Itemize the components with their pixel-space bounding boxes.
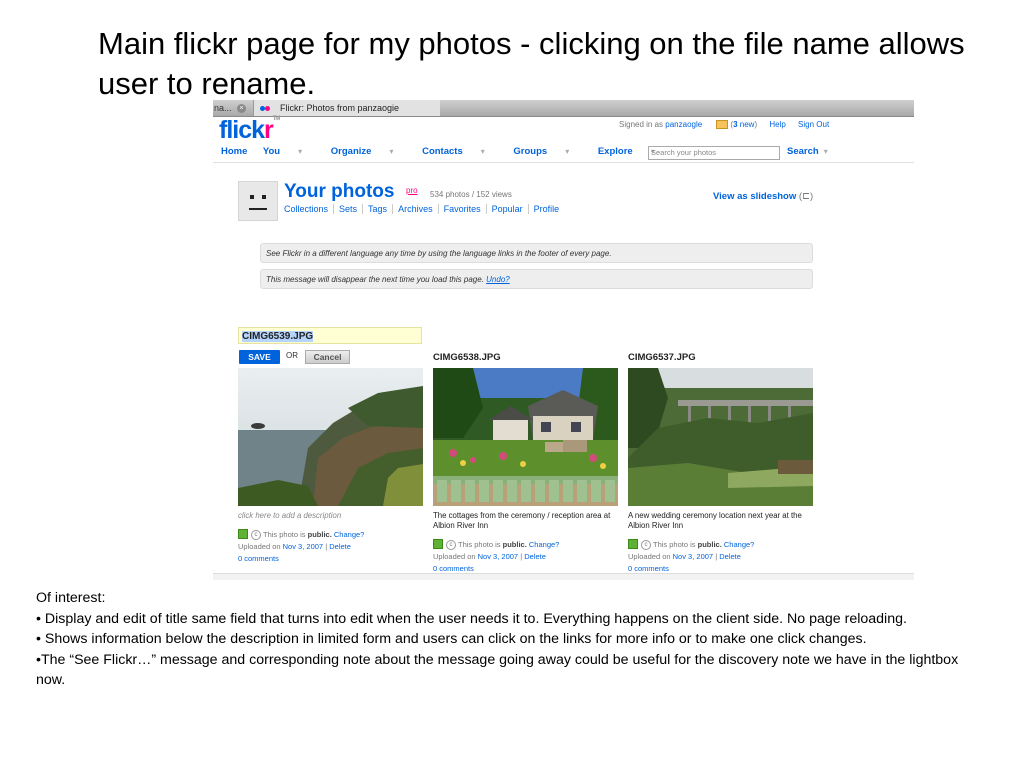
- page-title: Your photos: [284, 181, 395, 202]
- save-button[interactable]: SAVE: [239, 350, 280, 364]
- comments-link[interactable]: 0 comments: [238, 554, 279, 563]
- photo-meta: c This photo is public. Change? Uploaded …: [238, 529, 365, 563]
- change-privacy-link[interactable]: Change?: [334, 530, 364, 539]
- buddy-icon[interactable]: [238, 181, 278, 221]
- slide-notes: Of interest: • Display and edit of title…: [36, 588, 966, 691]
- nav-groups[interactable]: Groups ▾: [513, 146, 582, 157]
- disappear-message: This message will disappear the next tim…: [260, 269, 813, 289]
- upload-date-link[interactable]: Nov 3, 2007: [478, 552, 518, 561]
- privacy-icon: [628, 539, 638, 550]
- browser-tab-label: Flickr: Photos from panzaogie: [280, 103, 400, 113]
- pro-badge[interactable]: pro: [406, 186, 418, 195]
- comments-link[interactable]: 0 comments: [433, 564, 474, 573]
- account-links: Signed in as panzaogle (3 new) Help Sign…: [619, 120, 830, 130]
- notes-heading: Of interest:: [36, 590, 106, 606]
- flickr-favicon-icon: [265, 106, 270, 112]
- username-link[interactable]: panzaogle: [665, 120, 702, 129]
- undo-link[interactable]: Undo?: [486, 275, 510, 284]
- notes-bullet: • Shows information below the descriptio…: [36, 631, 867, 647]
- photo-meta: c This photo is public. Change? Uploaded …: [628, 539, 755, 573]
- photo-meta: c This photo is public. Change? Uploaded …: [433, 539, 560, 573]
- slideshow-link[interactable]: View as slideshow (⊏): [713, 191, 813, 202]
- upload-date-link[interactable]: Nov 3, 2007: [283, 542, 323, 551]
- help-link[interactable]: Help: [769, 120, 785, 129]
- screenshot-cut-edge: [213, 573, 914, 580]
- search-input[interactable]: Search your photos: [648, 146, 780, 160]
- add-description-link[interactable]: click here to add a description: [238, 511, 426, 521]
- subnav-favorites[interactable]: Favorites: [437, 204, 486, 214]
- delete-link[interactable]: Delete: [329, 542, 351, 551]
- tab-close-icon[interactable]: ×: [237, 104, 247, 114]
- photostream-subnav: Collections Sets Tags Archives Favorites Popu…: [284, 204, 565, 214]
- delete-link[interactable]: Delete: [719, 552, 741, 561]
- subnav-collections[interactable]: Collections: [284, 204, 333, 214]
- or-label: OR: [286, 351, 298, 360]
- subnav-sets[interactable]: Sets: [333, 204, 363, 214]
- dropdown-arrow-icon: ▾: [823, 147, 828, 156]
- photo-title[interactable]: CIMG6538.JPG: [433, 352, 501, 363]
- slide-title: Main flickr page for my photos - clickin…: [98, 26, 965, 101]
- photo-description[interactable]: A new wedding ceremony location next yea…: [628, 511, 816, 531]
- nav-organize[interactable]: Organize ▾: [331, 146, 407, 157]
- dropdown-arrow-icon: ▾: [298, 147, 303, 156]
- copyright-icon: c: [641, 540, 651, 551]
- browser-tab-label: na...: [214, 103, 232, 113]
- upload-date-link[interactable]: Nov 3, 2007: [673, 552, 713, 561]
- flickr-screenshot: na... × Flickr: Photos from panzaogie fl…: [213, 100, 914, 580]
- sign-out-link[interactable]: Sign Out: [798, 120, 829, 129]
- subnav-tags[interactable]: Tags: [362, 204, 393, 214]
- dropdown-arrow-icon: ▾: [389, 147, 394, 156]
- main-nav: Home You ▾ Organize ▾ Contacts ▾ Groups ▾ Ex…: [221, 146, 681, 157]
- comments-link[interactable]: 0 comments: [628, 564, 669, 573]
- delete-link[interactable]: Delete: [524, 552, 546, 561]
- nav-contacts[interactable]: Contacts ▾: [422, 146, 498, 157]
- photo-description[interactable]: The cottages from the ceremony / recepti…: [433, 511, 621, 531]
- dropdown-arrow-icon: ▾: [480, 147, 485, 156]
- search-button[interactable]: Search ▾: [787, 146, 828, 157]
- mail-icon[interactable]: [716, 120, 729, 130]
- photo-title[interactable]: CIMG6537.JPG: [628, 352, 696, 363]
- photo-thumbnail[interactable]: [238, 368, 423, 506]
- mail-count-link[interactable]: 3: [733, 120, 737, 129]
- change-privacy-link[interactable]: Change?: [724, 540, 754, 549]
- mail-new-link[interactable]: new: [740, 120, 755, 129]
- language-message: See Flickr in a different language any t…: [260, 243, 813, 263]
- nav-you[interactable]: You ▾: [263, 146, 315, 157]
- signed-in-label: Signed in as: [619, 120, 664, 129]
- browser-tab[interactable]: na... ×: [213, 100, 252, 116]
- nav-home[interactable]: Home: [221, 146, 247, 157]
- subnav-popular[interactable]: Popular: [485, 204, 528, 214]
- photo-title-edit-field[interactable]: CIMG6539.JPG: [238, 327, 422, 344]
- header-divider: [213, 162, 914, 163]
- subnav-profile[interactable]: Profile: [527, 204, 565, 214]
- privacy-icon: [433, 539, 443, 550]
- dropdown-arrow-icon: ▾: [565, 147, 570, 156]
- slideshow-icon: (⊏): [798, 191, 814, 202]
- photo-stats: 534 photos / 152 views: [430, 190, 512, 199]
- copyright-icon: c: [446, 540, 456, 551]
- notes-bullet: • Display and edit of title same field t…: [36, 610, 907, 627]
- photo-thumbnail[interactable]: [433, 368, 618, 506]
- cancel-button[interactable]: Cancel: [305, 350, 350, 364]
- flickr-logo[interactable]: flickrTM: [219, 116, 280, 145]
- browser-tab-bar: na... × Flickr: Photos from panzaogie: [213, 100, 914, 117]
- privacy-icon: [238, 529, 248, 540]
- copyright-icon: c: [251, 530, 261, 541]
- browser-tab-active[interactable]: Flickr: Photos from panzaogie: [253, 100, 440, 116]
- notes-bullet: •The “See Flickr…” message and correspon…: [36, 651, 959, 689]
- subnav-archives[interactable]: Archives: [392, 204, 438, 214]
- photo-thumbnail[interactable]: [628, 368, 813, 506]
- change-privacy-link[interactable]: Change?: [529, 540, 559, 549]
